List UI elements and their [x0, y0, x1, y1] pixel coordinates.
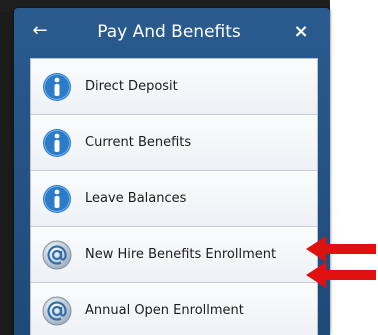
panel-title: Pay And Benefits [97, 22, 241, 42]
pay-and-benefits-panel: ← Pay And Benefits × Direct Deposit Curr… [14, 8, 330, 335]
close-icon[interactable]: × [290, 20, 312, 44]
info-icon [43, 185, 71, 213]
screenshot-stage: ← Pay And Benefits × Direct Deposit Curr… [0, 0, 378, 335]
menu-item-annual-open-enrollment[interactable]: Annual Open Enrollment [31, 283, 317, 335]
menu-item-label: Direct Deposit [85, 79, 178, 94]
menu-item-direct-deposit[interactable]: Direct Deposit [31, 59, 317, 115]
annotation-arrow-icon [306, 262, 376, 288]
info-icon [43, 129, 71, 157]
back-arrow-icon[interactable]: ← [28, 18, 52, 44]
annotation-arrow-icon [306, 236, 376, 262]
menu-item-label: New Hire Benefits Enrollment [85, 247, 277, 262]
menu-item-label: Leave Balances [85, 191, 187, 206]
menu-item-label: Annual Open Enrollment [85, 303, 244, 318]
menu-item-leave-balances[interactable]: Leave Balances [31, 171, 317, 227]
menu-item-label: Current Benefits [85, 135, 192, 150]
panel-header: ← Pay And Benefits × [14, 8, 330, 56]
at-sign-icon [42, 296, 72, 326]
menu-item-current-benefits[interactable]: Current Benefits [31, 115, 317, 171]
menu-list: Direct Deposit Current Benefits Leave Ba… [30, 58, 318, 335]
info-icon [43, 73, 71, 101]
background-left-edge [0, 0, 14, 335]
menu-item-new-hire-benefits-enrollment[interactable]: New Hire Benefits Enrollment [31, 227, 317, 283]
at-sign-icon [42, 240, 72, 270]
